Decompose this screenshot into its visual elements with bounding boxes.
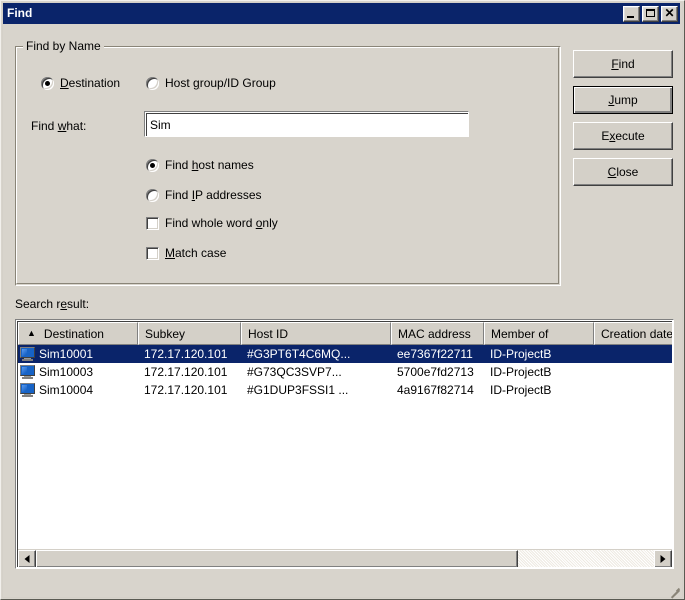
computer-icon bbox=[20, 347, 36, 361]
execute-button[interactable]: Execute bbox=[573, 122, 673, 150]
close-icon: ✕ bbox=[662, 6, 677, 20]
cell-destination: Sim10003 bbox=[18, 363, 138, 381]
radio-find-host-names-indicator bbox=[146, 159, 159, 172]
radio-find-host-names-label: Find host names bbox=[165, 158, 254, 172]
radio-find-host-names[interactable]: Find host names bbox=[146, 158, 254, 172]
titlebar: Find ✕ bbox=[3, 3, 680, 24]
table-row[interactable]: Sim10004 172.17.120.101 #G1DUP3FSSI1 ...… bbox=[18, 381, 672, 399]
cell-subkey: 172.17.120.101 bbox=[138, 363, 241, 381]
execute-button-label: Execute bbox=[601, 129, 644, 143]
table-row[interactable]: Sim10001 172.17.120.101 #G3PT6T4C6MQ... … bbox=[18, 345, 672, 363]
checkbox-find-whole-word-only-label: Find whole word only bbox=[165, 216, 278, 230]
cell-creation-date bbox=[594, 381, 672, 399]
radio-destination[interactable]: Destination bbox=[41, 76, 120, 90]
radio-host-group-indicator bbox=[146, 77, 159, 90]
cell-mac-address: 4a9167f82714 bbox=[391, 381, 484, 399]
cell-host-id: #G3PT6T4C6MQ... bbox=[241, 345, 391, 363]
cell-subkey: 172.17.120.101 bbox=[138, 381, 241, 399]
scroll-right-arrow-icon[interactable] bbox=[654, 550, 672, 567]
checkbox-match-case-indicator bbox=[146, 247, 159, 260]
scrollbar-track[interactable] bbox=[36, 550, 654, 567]
cell-mac-address: 5700e7fd2713 bbox=[391, 363, 484, 381]
cell-destination-text: Sim10004 bbox=[39, 383, 93, 397]
find-button[interactable]: Find bbox=[573, 50, 673, 78]
column-header-host-id-label: Host ID bbox=[248, 327, 288, 341]
resize-grip[interactable] bbox=[667, 582, 681, 596]
scroll-left-arrow-icon[interactable] bbox=[18, 550, 36, 567]
cell-mac-address: ee7367f22711 bbox=[391, 345, 484, 363]
cell-destination-text: Sim10003 bbox=[39, 365, 93, 379]
close-button-label: Close bbox=[608, 165, 639, 179]
column-header-destination[interactable]: ▲ Destination bbox=[18, 322, 138, 345]
column-header-destination-label: Destination bbox=[44, 327, 104, 341]
scrollbar-thumb[interactable] bbox=[36, 550, 518, 567]
cell-creation-date bbox=[594, 345, 672, 363]
column-header-creation-date[interactable]: Creation date/tim bbox=[594, 322, 672, 345]
cell-destination-text: Sim10001 bbox=[39, 347, 93, 361]
titlebar-button-group: ✕ bbox=[623, 6, 678, 22]
cell-host-id: #G73QC3SVP7... bbox=[241, 363, 391, 381]
computer-icon bbox=[20, 383, 36, 397]
search-result-listview: ▲ Destination Subkey Host ID MAC address… bbox=[15, 319, 674, 569]
find-what-input-frame bbox=[144, 111, 469, 137]
close-icon-button[interactable]: ✕ bbox=[661, 6, 678, 22]
radio-destination-label: Destination bbox=[60, 76, 120, 90]
horizontal-scrollbar[interactable] bbox=[18, 549, 672, 567]
column-header-subkey[interactable]: Subkey bbox=[138, 322, 241, 345]
column-header-member-of-label: Member of bbox=[491, 327, 548, 341]
window-title: Find bbox=[7, 3, 623, 24]
find-what-label: Find what: bbox=[31, 119, 86, 133]
find-by-name-legend: Find by Name bbox=[23, 39, 104, 53]
column-header-member-of[interactable]: Member of bbox=[484, 322, 594, 345]
column-header-mac-address[interactable]: MAC address bbox=[391, 322, 484, 345]
listview-header: ▲ Destination Subkey Host ID MAC address… bbox=[18, 322, 672, 345]
search-result-label: Search result: bbox=[15, 297, 89, 311]
computer-icon bbox=[20, 365, 36, 379]
radio-find-ip-addresses-label: Find IP addresses bbox=[165, 188, 262, 202]
find-button-label: Find bbox=[611, 57, 634, 71]
radio-find-ip-addresses[interactable]: Find IP addresses bbox=[146, 188, 262, 202]
jump-button[interactable]: Jump bbox=[573, 86, 673, 114]
checkbox-find-whole-word-only[interactable]: Find whole word only bbox=[146, 216, 278, 230]
column-header-subkey-label: Subkey bbox=[145, 327, 185, 341]
cell-member-of: ID-ProjectB bbox=[484, 345, 594, 363]
cell-host-id: #G1DUP3FSSI1 ... bbox=[241, 381, 391, 399]
radio-host-group-label: Host group/ID Group bbox=[165, 76, 276, 90]
sort-ascending-icon: ▲ bbox=[27, 329, 36, 338]
checkbox-match-case[interactable]: Match case bbox=[146, 246, 226, 260]
listview-body: Sim10001 172.17.120.101 #G3PT6T4C6MQ... … bbox=[18, 345, 672, 549]
jump-button-label: Jump bbox=[608, 93, 637, 107]
column-header-mac-address-label: MAC address bbox=[398, 327, 471, 341]
radio-host-group[interactable]: Host group/ID Group bbox=[146, 76, 276, 90]
radio-find-ip-addresses-indicator bbox=[146, 189, 159, 202]
radio-destination-indicator bbox=[41, 77, 54, 90]
close-button[interactable]: Close bbox=[573, 158, 673, 186]
cell-member-of: ID-ProjectB bbox=[484, 381, 594, 399]
find-what-input[interactable] bbox=[147, 114, 468, 136]
cell-destination: Sim10001 bbox=[18, 345, 138, 363]
cell-creation-date bbox=[594, 363, 672, 381]
table-row[interactable]: Sim10003 172.17.120.101 #G73QC3SVP7... 5… bbox=[18, 363, 672, 381]
cell-subkey: 172.17.120.101 bbox=[138, 345, 241, 363]
minimize-button[interactable] bbox=[623, 6, 640, 22]
checkbox-find-whole-word-only-indicator bbox=[146, 217, 159, 230]
cell-destination: Sim10004 bbox=[18, 381, 138, 399]
column-header-host-id[interactable]: Host ID bbox=[241, 322, 391, 345]
column-header-creation-date-label: Creation date/tim bbox=[601, 327, 672, 341]
cell-member-of: ID-ProjectB bbox=[484, 363, 594, 381]
maximize-button[interactable] bbox=[642, 6, 659, 22]
checkbox-match-case-label: Match case bbox=[165, 246, 226, 260]
find-dialog-window: Find ✕ Find by Name Destination Host gro… bbox=[0, 0, 685, 600]
